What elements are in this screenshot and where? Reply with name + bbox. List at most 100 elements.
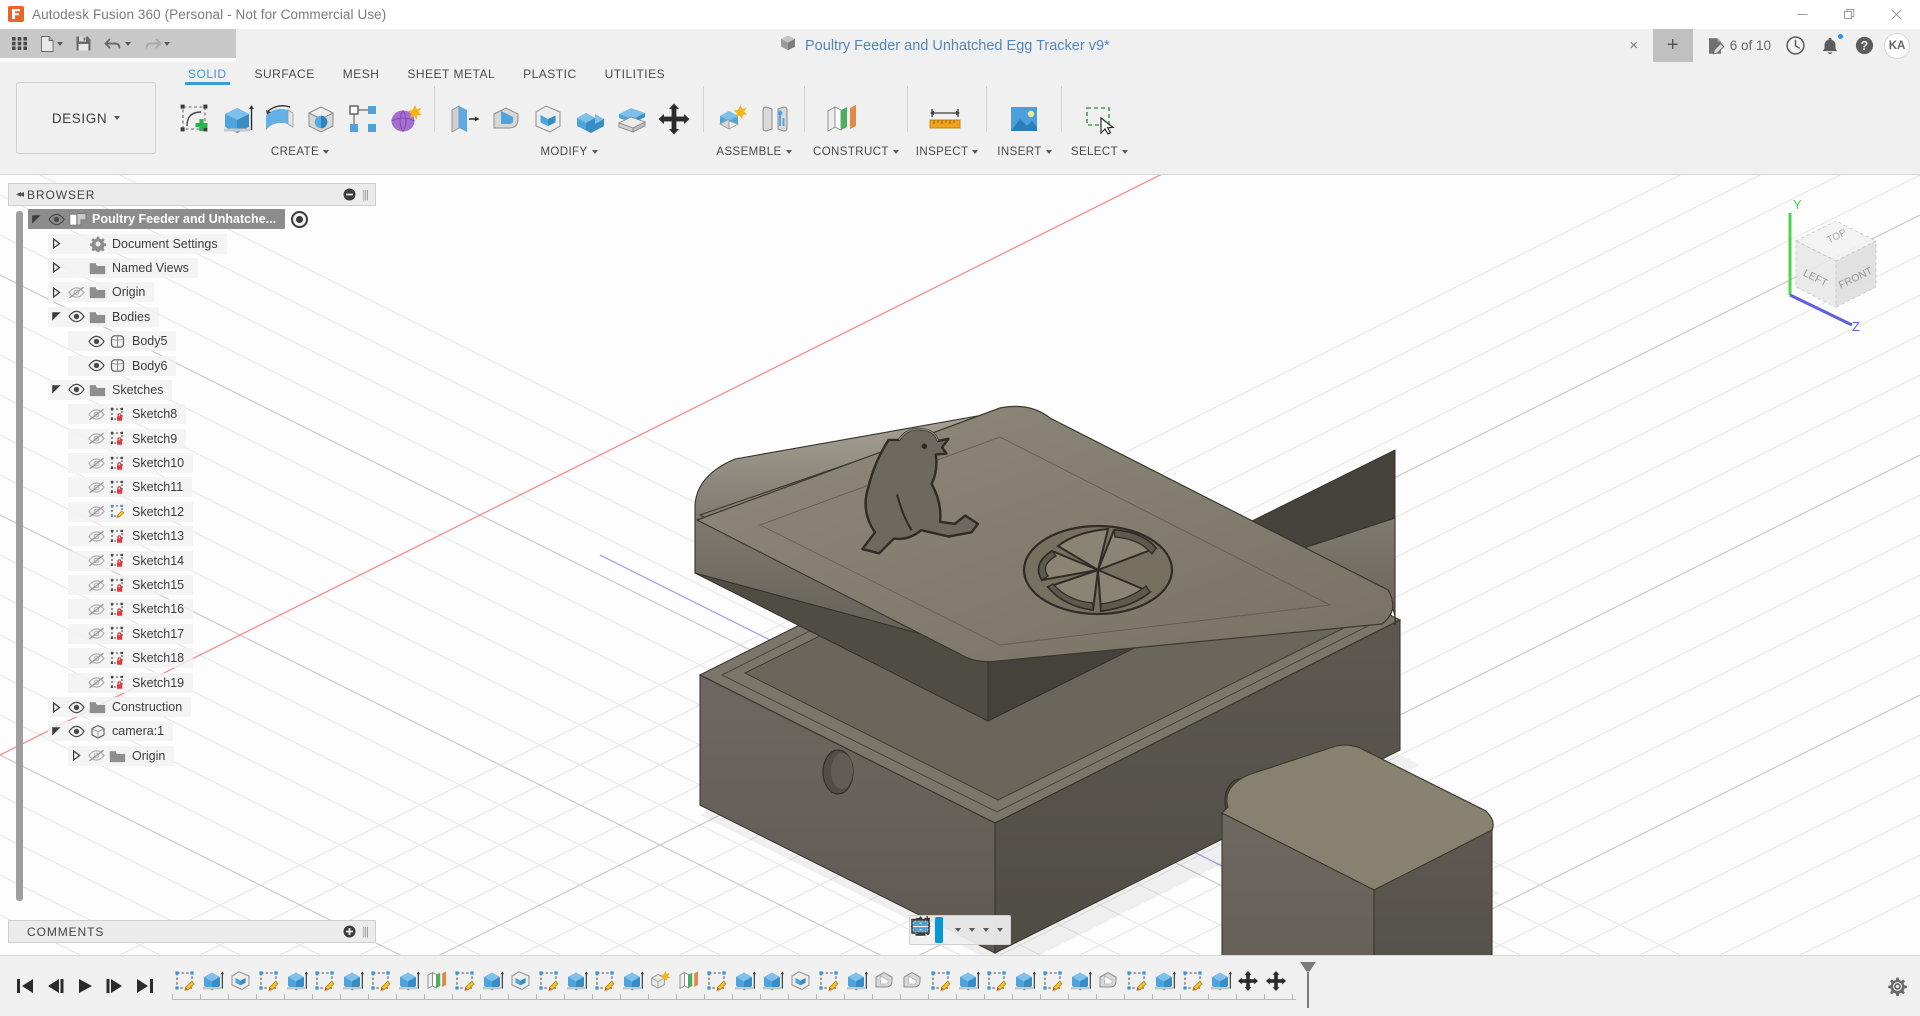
activate-component-radio[interactable] [291, 211, 308, 228]
timeline-sketch-feature[interactable] [590, 964, 618, 998]
visibility-toggle-hidden[interactable] [85, 502, 107, 522]
collapse-panel-icon[interactable]: ◂◂ [13, 189, 27, 200]
visibility-toggle-hidden[interactable] [85, 648, 107, 668]
timeline-sketch-feature[interactable] [254, 964, 282, 998]
browser-tree[interactable]: Poultry Feeder and Unhatche...Document S… [8, 207, 376, 917]
tree-item-sketches[interactable]: Sketches [8, 378, 376, 402]
timeline-sketch-feature[interactable] [366, 964, 394, 998]
visibility-toggle-visible[interactable] [65, 697, 87, 717]
new-tab-button[interactable]: + [1653, 29, 1693, 62]
timeline-sketch-feature[interactable] [1122, 964, 1150, 998]
timeline-extrude-feature[interactable] [478, 964, 506, 998]
fit-button[interactable] [951, 917, 965, 943]
tree-item-sketch9[interactable]: Sketch9 [8, 427, 376, 451]
timeline-fillet-feature[interactable] [898, 964, 926, 998]
tree-expander[interactable] [28, 209, 45, 229]
timeline-extrude-feature[interactable] [954, 964, 982, 998]
tree-item-sketch13[interactable]: Sketch13 [8, 524, 376, 548]
go-to-end-button[interactable] [132, 971, 158, 1001]
insert-canvas-button[interactable] [995, 96, 1053, 142]
tree-expander[interactable] [48, 282, 65, 302]
step-forward-button[interactable] [102, 971, 128, 1001]
timeline-extrude-feature[interactable] [562, 964, 590, 998]
create-sketch-button[interactable] [174, 96, 216, 142]
save-button[interactable] [70, 31, 97, 56]
redo-button[interactable] [138, 31, 175, 56]
panel-resize-grip[interactable]: ||| [362, 926, 368, 938]
ribbon-group-construct-label[interactable]: CONSTRUCT [813, 144, 899, 160]
visibility-toggle-hidden[interactable] [85, 429, 107, 449]
tree-expander[interactable] [48, 258, 65, 278]
tree-item-document-settings[interactable]: Document Settings [8, 231, 376, 255]
tree-item-construction[interactable]: Construction [8, 695, 376, 719]
timeline-sketch-feature[interactable] [1178, 964, 1206, 998]
go-to-beginning-button[interactable] [12, 971, 38, 1001]
tree-item-sketch15[interactable]: Sketch15 [8, 573, 376, 597]
tree-expander[interactable] [48, 307, 65, 327]
timeline-playhead[interactable] [1300, 962, 1316, 1008]
visibility-toggle-visible[interactable] [65, 307, 87, 327]
minimize-panel-icon[interactable] [343, 188, 356, 201]
tree-item-sketch14[interactable]: Sketch14 [8, 548, 376, 572]
visibility-toggle-hidden[interactable] [85, 575, 107, 595]
timeline-sketch-feature[interactable] [170, 964, 198, 998]
timeline-extrude-feature[interactable] [394, 964, 422, 998]
timeline-settings-button[interactable] [1874, 977, 1920, 996]
offset-face-button[interactable] [611, 96, 653, 142]
add-comment-icon[interactable] [343, 925, 356, 938]
grid-snaps-button[interactable] [979, 917, 993, 943]
timeline-sketch-feature[interactable] [814, 964, 842, 998]
visibility-toggle-visible[interactable] [85, 356, 107, 376]
timeline-fillet-feature[interactable] [870, 964, 898, 998]
select-button[interactable] [1070, 96, 1128, 142]
file-button[interactable] [35, 31, 68, 56]
view-cube[interactable]: Y Z LEFT FRONT TOP [1756, 185, 1906, 335]
ribbon-group-insert-label[interactable]: INSERT [995, 144, 1053, 160]
ribbon-group-assemble-label[interactable]: ASSEMBLE [712, 144, 796, 160]
press-pull-button[interactable] [443, 96, 485, 142]
comments-panel-header[interactable]: ◂◂ COMMENTS ||| [8, 920, 376, 943]
workspace-selector[interactable]: DESIGN [16, 82, 156, 154]
visibility-toggle-hidden[interactable] [65, 282, 87, 302]
timeline-move-feature[interactable] [1234, 964, 1262, 998]
visibility-toggle-visible[interactable] [65, 721, 87, 741]
move-copy-button[interactable] [653, 96, 695, 142]
tab-sheet-metal[interactable]: SHEET METAL [393, 64, 509, 81]
visibility-toggle-hidden[interactable] [85, 526, 107, 546]
tree-item-sketch8[interactable]: Sketch8 [8, 402, 376, 426]
step-back-button[interactable] [42, 971, 68, 1001]
timeline-extrude-feature[interactable] [842, 964, 870, 998]
visibility-toggle-hidden[interactable] [85, 404, 107, 424]
tree-expander[interactable] [48, 234, 65, 254]
pan-button[interactable] [935, 917, 943, 943]
close-button[interactable] [1873, 0, 1920, 29]
ribbon-group-inspect-label[interactable]: INSPECT [916, 144, 979, 160]
tree-item-camera-1[interactable]: camera:1 [8, 719, 376, 743]
timeline-shell-feature[interactable] [506, 964, 534, 998]
timeline-extrude-feature[interactable] [338, 964, 366, 998]
timeline-new-component-feature[interactable] [646, 964, 674, 998]
timeline-extrude-feature[interactable] [1206, 964, 1234, 998]
visibility-toggle-hidden[interactable] [85, 477, 107, 497]
tree-item-bodies[interactable]: Bodies [8, 305, 376, 329]
visibility-toggle-visible[interactable] [45, 209, 67, 229]
tree-expander[interactable] [68, 746, 85, 766]
extrude-button[interactable] [216, 96, 258, 142]
sweep-button[interactable] [300, 96, 342, 142]
tab-mesh[interactable]: MESH [329, 64, 394, 81]
timeline-sketch-feature[interactable] [310, 964, 338, 998]
timeline-extrude-feature[interactable] [730, 964, 758, 998]
tree-expander[interactable] [48, 380, 65, 400]
visibility-toggle-hidden[interactable] [85, 673, 107, 693]
visibility-toggle-hidden[interactable] [85, 453, 107, 473]
tree-item-sketch11[interactable]: Sketch11 [8, 475, 376, 499]
timeline-extrude-feature[interactable] [282, 964, 310, 998]
tree-item-sketch12[interactable]: Sketch12 [8, 500, 376, 524]
viewports-button[interactable] [993, 917, 1007, 943]
ribbon-group-select-label[interactable]: SELECT [1070, 144, 1128, 160]
tab-plastic[interactable]: PLASTIC [509, 64, 591, 81]
tree-expander[interactable] [48, 697, 65, 717]
tree-item-sketch10[interactable]: Sketch10 [8, 451, 376, 475]
job-status-button[interactable] [1780, 32, 1811, 60]
notifications-button[interactable] [1815, 32, 1845, 60]
